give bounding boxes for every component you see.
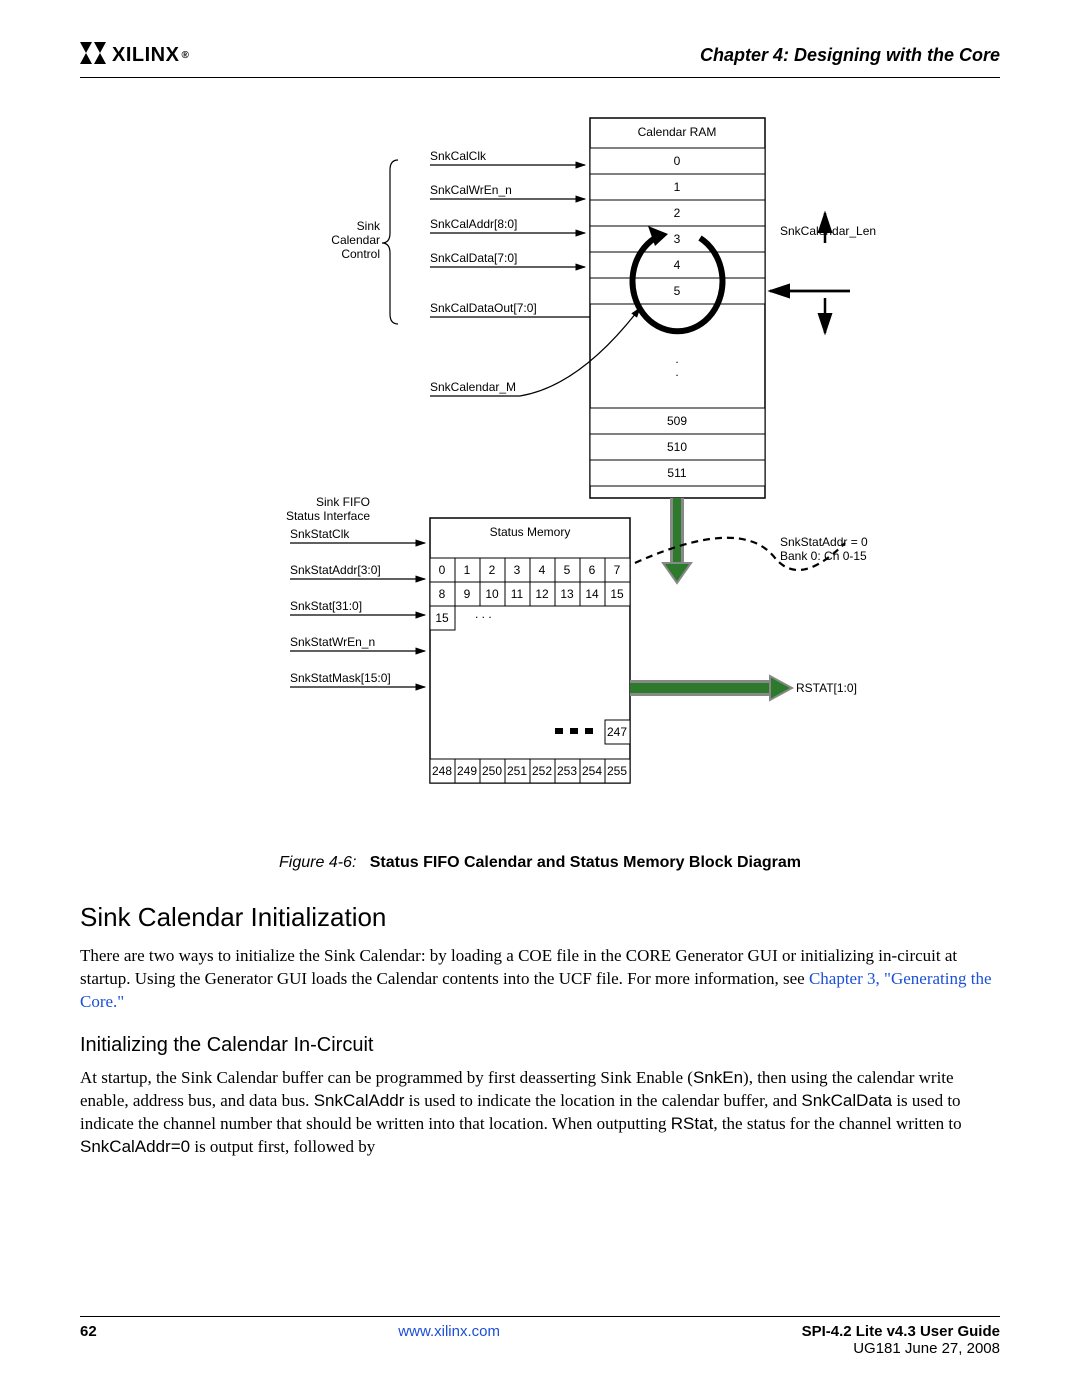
svg-text:Sink: Sink [357,219,381,233]
svg-text:1: 1 [674,180,681,194]
svg-text:SnkCalData[7:0]: SnkCalData[7:0] [430,251,517,265]
calendar-ram-rows: 0 1 2 3 4 5 [590,148,765,304]
svg-text:SnkStat[31:0]: SnkStat[31:0] [290,599,362,613]
logo-text: XILINX [112,44,179,67]
figure-caption: Figure 4-6: Status FIFO Calendar and Sta… [80,854,1000,872]
registered-mark: ® [181,50,189,61]
svg-text:11: 11 [511,587,524,601]
svg-text:.: . [675,352,678,366]
svg-text:7: 7 [614,563,621,577]
figure-label: Figure 4-6: [279,854,356,871]
block-diagram: Calendar RAM 0 1 2 3 4 5 . . 509 [80,108,1000,848]
sink-fifo-signals: SnkStatClk SnkStatAddr[3:0] SnkStat[31:0… [290,527,425,687]
svg-text:3: 3 [514,563,521,577]
svg-text:SnkCalAddr[8:0]: SnkCalAddr[8:0] [430,217,517,231]
svg-text:255: 255 [607,764,627,778]
svg-text:5: 5 [674,284,681,298]
svg-text:Control: Control [341,247,380,261]
svg-text:Calendar: Calendar [331,233,380,247]
svg-text:SnkCalWrEn_n: SnkCalWrEn_n [430,183,512,197]
page-footer: 62 www.xilinx.com SPI-4.2 Lite v4.3 User… [80,1316,1000,1357]
svg-text:5: 5 [564,563,571,577]
svg-text:249: 249 [457,764,477,778]
svg-text:1: 1 [464,563,471,577]
subsection-heading: Initializing the Calendar In-Circuit [80,1034,1000,1057]
svg-text:3: 3 [674,232,681,246]
svg-text:.: . [675,365,678,379]
svg-text:SnkCalClk: SnkCalClk [430,149,487,163]
svg-text:509: 509 [667,414,687,428]
svg-text:13: 13 [560,587,574,601]
svg-text:250: 250 [482,764,502,778]
sink-calendar-signals: SnkCalClk SnkCalWrEn_n SnkCalAddr[8:0] S… [430,149,590,317]
svg-text:SnkStatAddr[3:0]: SnkStatAddr[3:0] [290,563,381,577]
page-number: 62 [80,1323,97,1357]
svg-text:510: 510 [667,440,687,454]
svg-text:4: 4 [539,563,546,577]
svg-text:SnkStatClk: SnkStatClk [290,527,350,541]
svg-text:SnkCalDataOut[7:0]: SnkCalDataOut[7:0] [430,301,537,315]
svg-text:Bank 0: Ch 0-15: Bank 0: Ch 0-15 [780,549,867,563]
svg-text:0: 0 [674,154,681,168]
svg-text:SnkCalendar_M: SnkCalendar_M [430,380,516,394]
svg-text:9: 9 [464,587,471,601]
doc-title: SPI-4.2 Lite v4.3 User Guide [802,1323,1000,1340]
svg-text:10: 10 [485,587,499,601]
svg-text:15: 15 [435,611,449,625]
calendar-ram-title: Calendar RAM [638,125,717,139]
svg-text:4: 4 [674,258,681,272]
svg-text:15: 15 [610,587,624,601]
svg-text:. . .: . . . [475,607,492,621]
figure-title: Status FIFO Calendar and Status Memory B… [370,854,801,871]
svg-text:8: 8 [439,587,446,601]
svg-text:RSTAT[1:0]: RSTAT[1:0] [796,681,857,695]
svg-text:2: 2 [489,563,496,577]
chapter-label: Chapter 4: Designing with the Core [700,45,1000,66]
footer-url-link[interactable]: www.xilinx.com [398,1323,500,1340]
logo-icon [80,40,112,71]
svg-text:Status Interface: Status Interface [286,509,370,523]
paragraph-2: At startup, the Sink Calendar buffer can… [80,1067,1000,1159]
svg-text:6: 6 [589,563,596,577]
section-heading: Sink Calendar Initialization [80,902,1000,933]
svg-text:251: 251 [507,764,527,778]
svg-text:12: 12 [535,587,549,601]
svg-text:247: 247 [607,725,627,739]
svg-text:248: 248 [432,764,452,778]
doc-id: UG181 June 27, 2008 [802,1340,1000,1357]
svg-text:SnkStatMask[15:0]: SnkStatMask[15:0] [290,671,391,685]
svg-text:Sink FIFO: Sink FIFO [316,495,370,509]
svg-text:253: 253 [557,764,577,778]
svg-text:SnkStatAddr = 0: SnkStatAddr = 0 [780,535,868,549]
status-memory-title: Status Memory [490,525,571,539]
page-header: XILINX ® Chapter 4: Designing with the C… [80,40,1000,78]
svg-text:SnkStatWrEn_n: SnkStatWrEn_n [290,635,375,649]
svg-text:254: 254 [582,764,602,778]
svg-text:511: 511 [667,466,686,480]
svg-text:SnkCalendar_Len: SnkCalendar_Len [780,224,876,238]
paragraph-1: There are two ways to initialize the Sin… [80,945,1000,1014]
svg-text:14: 14 [585,587,599,601]
xilinx-logo: XILINX ® [80,40,189,71]
svg-text:252: 252 [532,764,552,778]
svg-text:0: 0 [439,563,446,577]
svg-text:2: 2 [674,206,681,220]
